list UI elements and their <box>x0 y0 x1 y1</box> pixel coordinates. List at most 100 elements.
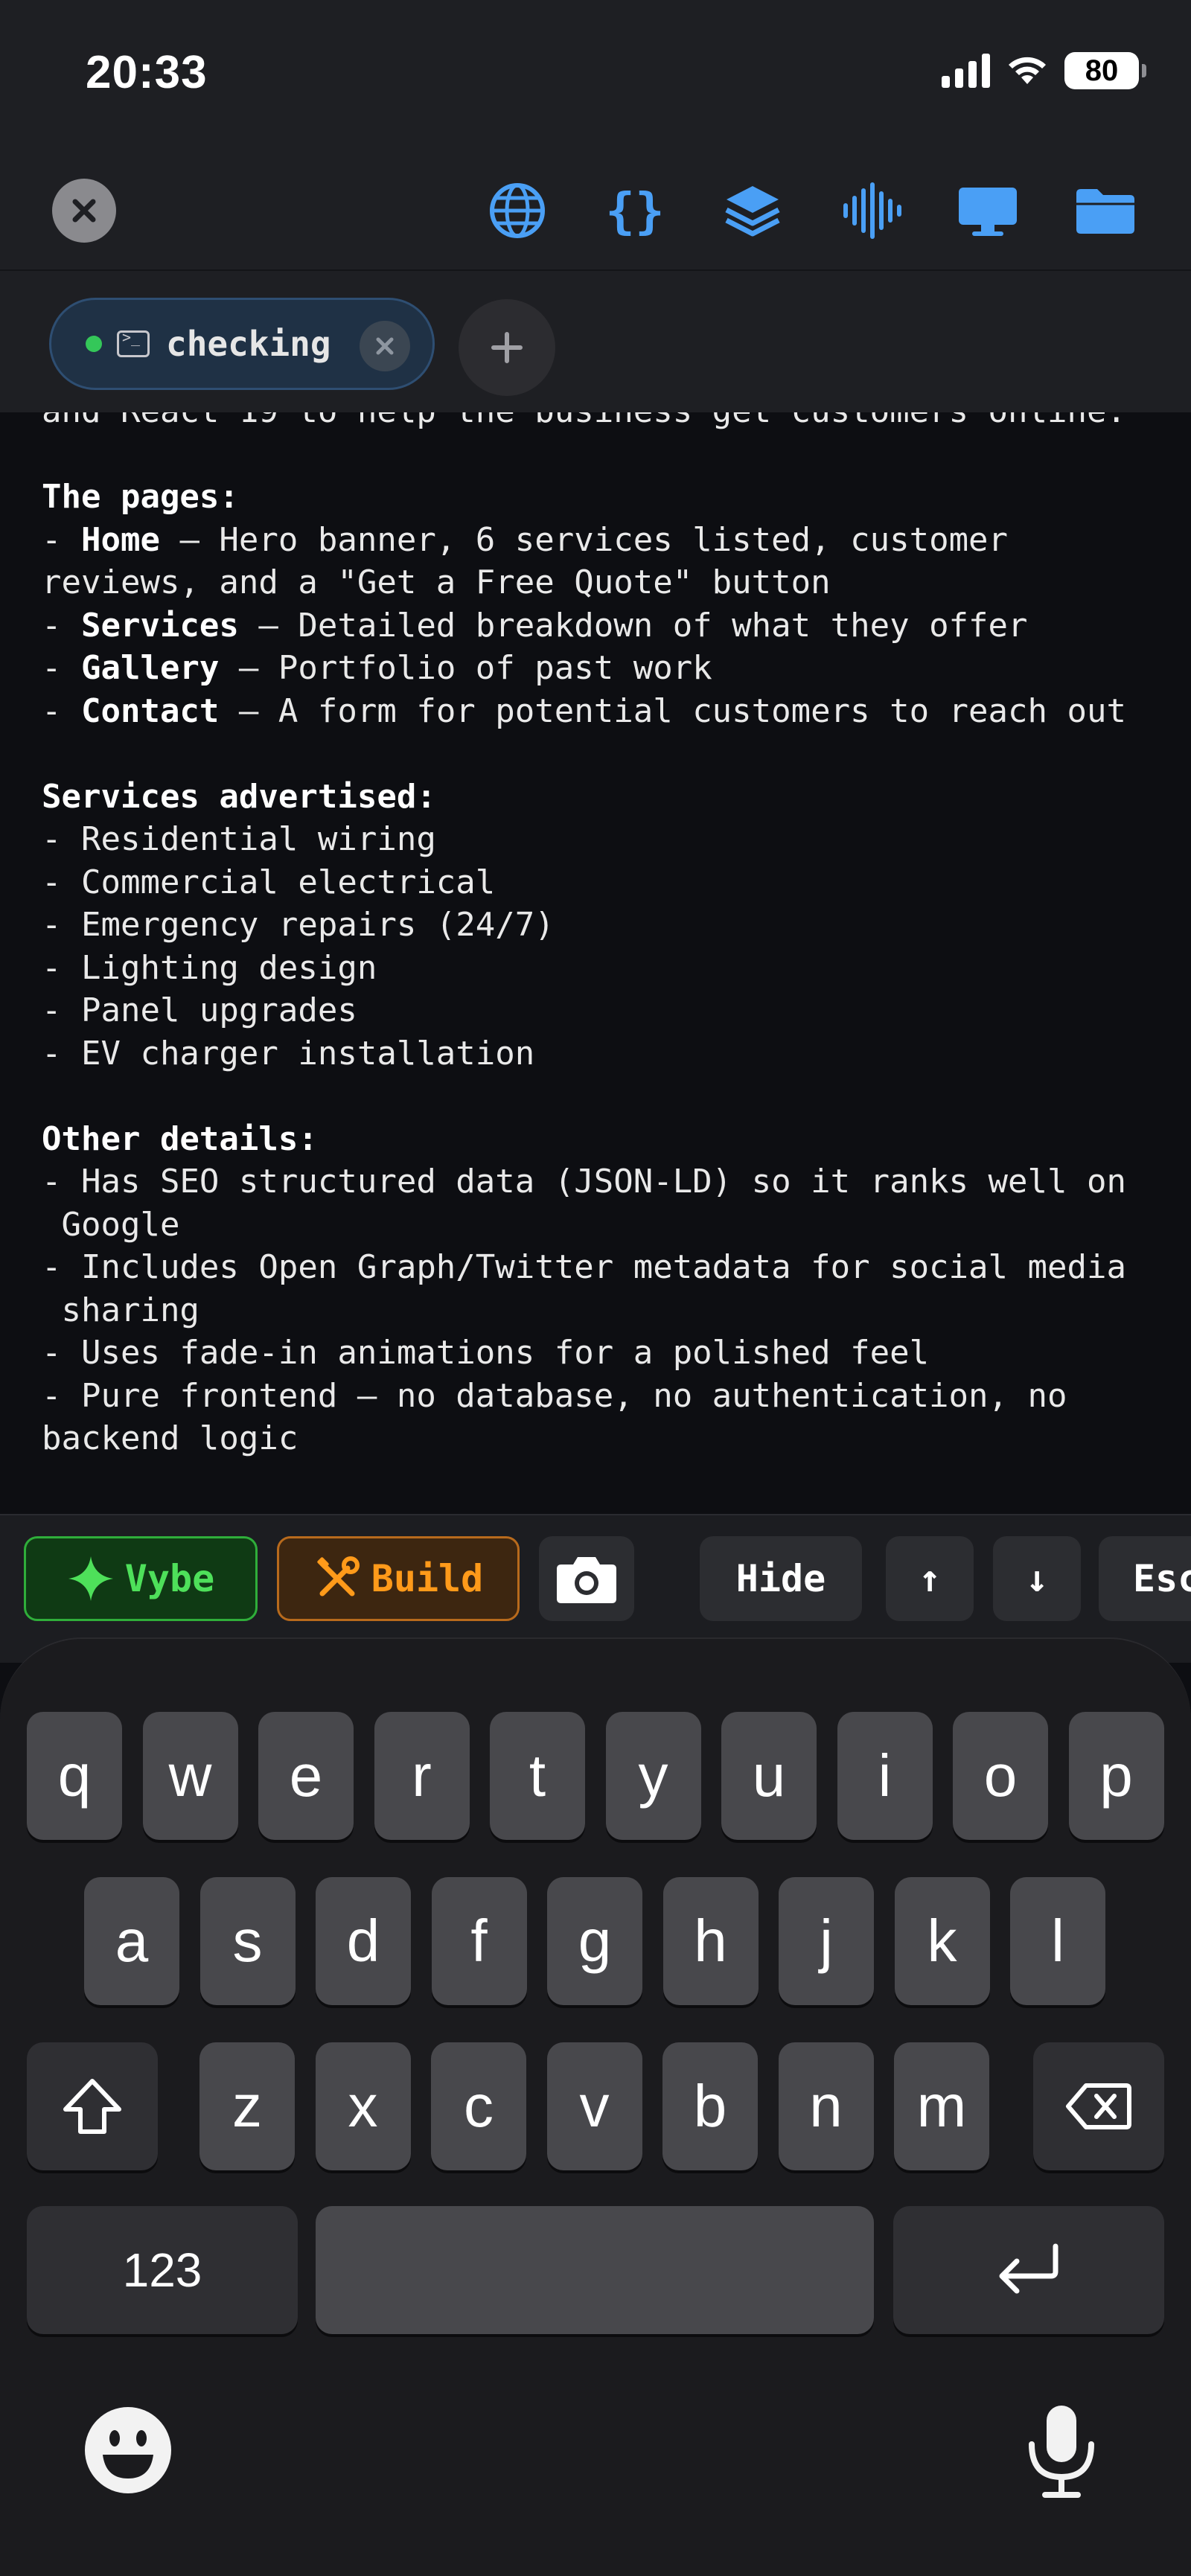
terminal-line: Services advertised: <box>42 777 436 816</box>
emoji-icon[interactable] <box>83 2406 173 2495</box>
status-icons: 80 <box>942 52 1146 89</box>
terminal-line: - Uses fade-in animations for a polished… <box>42 1334 930 1372</box>
folder-icon[interactable] <box>1072 177 1139 244</box>
shift-icon <box>63 2079 121 2134</box>
camera-icon <box>557 1557 616 1603</box>
wifi-icon <box>1009 57 1046 84</box>
key-z[interactable]: z <box>199 2042 295 2170</box>
key-q[interactable]: q <box>27 1712 122 1840</box>
tab-label: checking <box>166 324 331 364</box>
tools-icon <box>317 1556 360 1597</box>
terminal-line: reviews, and a "Get a Free Quote" button <box>42 563 831 601</box>
key-m[interactable]: m <box>894 2042 989 2170</box>
key-x[interactable]: x <box>315 2042 411 2170</box>
terminal-text: and React 19 to help the business get cu… <box>42 412 1126 1460</box>
status-dot <box>86 336 102 352</box>
key-a[interactable]: a <box>84 1877 179 2005</box>
monitor-icon[interactable] <box>954 177 1021 244</box>
key-g[interactable]: g <box>547 1877 642 2005</box>
hide-keyboard-button[interactable]: Hide <box>700 1536 862 1621</box>
terminal-line: The pages: <box>42 478 239 516</box>
layers-icon[interactable] <box>719 177 786 244</box>
terminal-line: sharing <box>42 1291 199 1329</box>
new-tab-button[interactable] <box>459 299 555 396</box>
terminal-line: backend logic <box>42 1419 298 1457</box>
key-r[interactable]: r <box>374 1712 470 1840</box>
tab-checking[interactable]: checking <box>49 298 435 390</box>
key-o[interactable]: o <box>953 1712 1048 1840</box>
key-w[interactable]: w <box>142 1712 238 1840</box>
key-k[interactable]: k <box>894 1877 990 2005</box>
terminal-line: Google <box>42 1205 180 1244</box>
terminal-line: Other details: <box>42 1119 318 1158</box>
vybe-button[interactable]: Vybe <box>24 1536 258 1621</box>
waveform-icon[interactable] <box>837 177 904 244</box>
arrow-down-button[interactable]: ↓ <box>993 1536 1081 1621</box>
delete-key[interactable] <box>1033 2042 1164 2170</box>
shift-key[interactable] <box>27 2042 158 2170</box>
key-h[interactable]: h <box>662 1877 759 2005</box>
close-icon <box>72 199 96 223</box>
mic-icon[interactable] <box>1021 2403 1102 2499</box>
terminal-line: - Lighting design <box>42 948 377 987</box>
build-button[interactable]: Build <box>277 1536 520 1621</box>
key-e[interactable]: e <box>258 1712 354 1840</box>
space-key[interactable] <box>316 2206 874 2334</box>
terminal-line: - Gallery — Portfolio of past work <box>42 649 712 687</box>
key-p[interactable]: p <box>1068 1712 1164 1840</box>
key-u[interactable]: u <box>721 1712 817 1840</box>
status-time: 20:33 <box>86 47 208 98</box>
key-s[interactable]: s <box>199 1877 296 2005</box>
terminal-line: - Panel upgrades <box>42 991 357 1029</box>
key-t[interactable]: t <box>490 1712 585 1840</box>
build-label: Build <box>371 1557 484 1600</box>
terminal-line: and React 19 to help the business get cu… <box>42 412 1126 433</box>
return-icon <box>999 2243 1059 2294</box>
terminal-line: - Home — Hero banner, 6 services listed,… <box>42 520 1009 559</box>
close-button[interactable] <box>52 179 116 243</box>
terminal-line: - Contact — A form for potential custome… <box>42 691 1126 730</box>
key-i[interactable]: i <box>837 1712 933 1840</box>
key-c[interactable]: c <box>431 2042 526 2170</box>
terminal-line: - Residential wiring <box>42 820 436 858</box>
key-d[interactable]: d <box>316 1877 411 2005</box>
arrow-up-button[interactable]: ↑ <box>886 1536 974 1621</box>
terminal-line: - Emergency repairs (24/7) <box>42 906 555 944</box>
tab-close-button[interactable] <box>360 321 410 371</box>
key-f[interactable]: f <box>431 1877 527 2005</box>
sparkle-icon <box>68 1556 113 1601</box>
key-l[interactable]: l <box>1010 1877 1105 2005</box>
close-icon <box>376 337 394 355</box>
terminal-line: - Services — Detailed breakdown of what … <box>42 606 1028 645</box>
status-bar: 20:33 80 <box>0 0 1191 149</box>
toolbar: {} <box>0 149 1191 269</box>
key-v[interactable]: v <box>546 2042 642 2170</box>
key-n[interactable]: n <box>778 2042 874 2170</box>
camera-button[interactable] <box>539 1536 634 1621</box>
vybe-label: Vybe <box>124 1557 215 1600</box>
battery-level: 80 <box>1085 54 1119 87</box>
braces-icon[interactable]: {} <box>601 177 668 244</box>
escape-button[interactable]: Esc <box>1099 1536 1191 1621</box>
battery-icon: 80 <box>1064 52 1146 89</box>
key-b[interactable]: b <box>662 2042 758 2170</box>
terminal-icon <box>117 328 150 357</box>
return-key[interactable] <box>893 2206 1164 2334</box>
key-j[interactable]: j <box>779 1877 874 2005</box>
terminal-line: - Commercial electrical <box>42 863 496 901</box>
terminal-output[interactable]: and React 19 to help the business get cu… <box>0 412 1191 1514</box>
globe-icon[interactable] <box>484 177 551 244</box>
tab-bar: checking <box>0 269 1191 412</box>
svg-text:{}: {} <box>605 182 664 240</box>
plus-icon <box>491 332 523 363</box>
signal-icon <box>942 54 990 88</box>
numbers-key[interactable]: 123 <box>27 2206 298 2334</box>
terminal-line: - Has SEO structured data (JSON-LD) so i… <box>42 1163 1126 1201</box>
key-y[interactable]: y <box>605 1712 701 1840</box>
toolbar-icons: {} <box>484 177 1139 244</box>
terminal-line: - EV charger installation <box>42 1034 535 1073</box>
delete-icon <box>1066 2083 1131 2129</box>
